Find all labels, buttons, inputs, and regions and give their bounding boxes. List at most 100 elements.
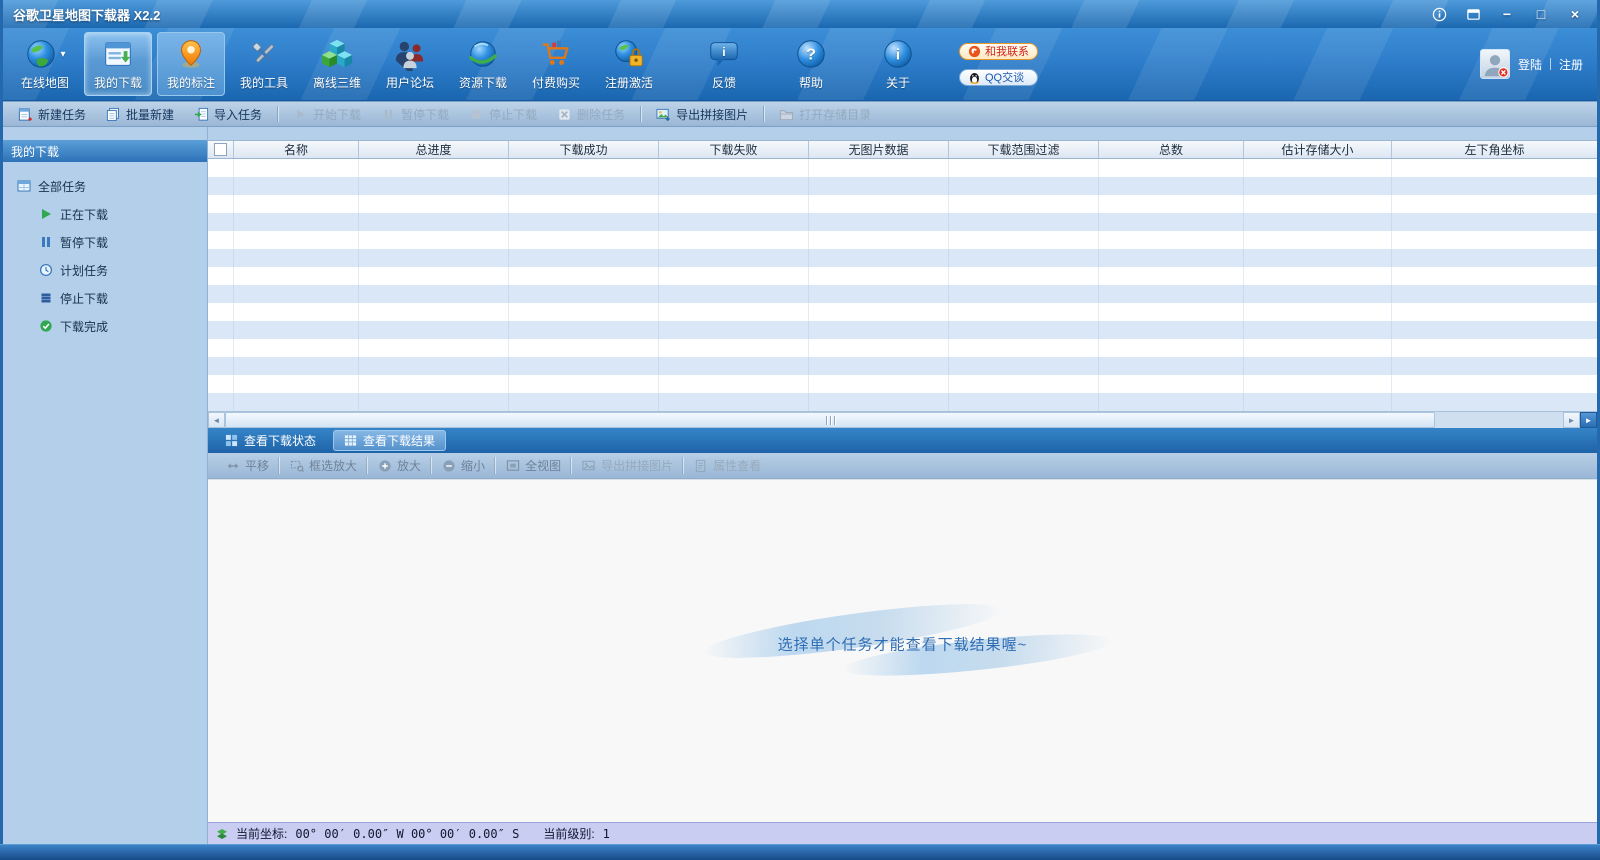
pause-download-icon	[381, 107, 396, 122]
table-row	[208, 267, 1597, 285]
ribbon-button-about[interactable]: i 关于	[864, 32, 932, 96]
select-all-checkbox[interactable]	[214, 143, 227, 156]
feedback-bubble-icon: i	[707, 37, 741, 71]
sidebar-header: 我的下载	[3, 140, 207, 162]
scroll-thumb[interactable]	[225, 412, 1435, 428]
tab-download-status[interactable]: 查看下载状态	[214, 430, 327, 451]
svg-text:i: i	[896, 47, 900, 64]
toolbar-separator	[277, 106, 278, 122]
table-row	[208, 285, 1597, 303]
task-tree: 全部任务 正在下载 暂停下载 计划任务 停止下载	[3, 162, 207, 340]
sidebar-item-scheduled[interactable]: 计划任务	[3, 256, 207, 284]
ribbon-button-help[interactable]: ? 帮助	[777, 32, 845, 96]
task-new-button[interactable]: 新建任务	[9, 103, 95, 125]
header-cell-no-image[interactable]: 无图片数据	[809, 141, 949, 158]
property-view-icon	[694, 459, 708, 473]
zoom-in-button: 放大	[367, 457, 431, 474]
header-cell-total[interactable]: 总数	[1099, 141, 1244, 158]
delete-task-icon	[557, 107, 572, 122]
sidebar-item-all-tasks[interactable]: 全部任务	[3, 172, 207, 200]
task-start-button: 开始下载	[284, 103, 370, 125]
scroll-right-end-button[interactable]: ►	[1580, 412, 1597, 428]
tab-download-result[interactable]: 查看下载结果	[333, 430, 446, 451]
header-cell-coord[interactable]: 左下角坐标	[1392, 141, 1597, 158]
stopped-icon	[39, 291, 53, 305]
sidebar-item-stopped[interactable]: 停止下载	[3, 284, 207, 312]
register-link[interactable]: 注册	[1559, 56, 1583, 73]
ribbon-button-my-tools[interactable]: 我的工具	[230, 32, 298, 96]
header-cell-progress[interactable]: 总进度	[359, 141, 509, 158]
zoom-out-button: 缩小	[431, 457, 495, 474]
ribbon-button-feedback[interactable]: i 反馈	[690, 32, 758, 96]
ribbon-button-resources[interactable]: 资源下载	[449, 32, 517, 96]
content: 我的下载 全部任务 正在下载 暂停下载 计划任务	[3, 127, 1597, 844]
header-cell-success[interactable]: 下载成功	[509, 141, 659, 158]
about-icon: i	[881, 37, 915, 71]
level-label: 当前级别:	[543, 825, 594, 842]
window-frame-bottom	[0, 844, 1600, 860]
task-export-image-button[interactable]: 导出拼接图片	[647, 103, 757, 125]
table-row	[208, 231, 1597, 249]
skin-icon	[1466, 7, 1481, 22]
avatar[interactable]	[1480, 49, 1510, 79]
ribbon-button-offline-3d[interactable]: 离线三维	[303, 32, 371, 96]
window-controls: − □ ×	[1427, 4, 1587, 24]
horizontal-scrollbar: ◄ ► ►	[208, 411, 1597, 428]
status-layers-icon	[216, 828, 228, 840]
all-tasks-icon	[17, 179, 31, 193]
globe-icon	[24, 37, 58, 71]
coord-label: 当前坐标:	[236, 825, 287, 842]
grid-icon	[225, 434, 238, 447]
table-body	[208, 159, 1597, 411]
table-row	[208, 357, 1597, 375]
minimize-button[interactable]: −	[1495, 4, 1519, 24]
export-image-icon	[656, 107, 671, 122]
ribbon-button-my-markers[interactable]: 我的标注	[157, 32, 225, 96]
downloading-icon	[39, 207, 53, 221]
header-cell-range-filter[interactable]: 下载范围过滤	[949, 141, 1099, 158]
avatar-offline-icon	[1481, 50, 1509, 78]
skin-button[interactable]	[1461, 4, 1485, 24]
scroll-left-button[interactable]: ◄	[208, 412, 225, 428]
sidebar: 我的下载 全部任务 正在下载 暂停下载 计划任务	[3, 127, 208, 844]
scroll-track[interactable]	[1435, 412, 1563, 428]
task-open-dir-button: 打开存储目录	[770, 103, 880, 125]
sidebar-item-downloading[interactable]: 正在下载	[3, 200, 207, 228]
pan-icon	[226, 459, 240, 473]
globe-download-icon	[466, 37, 500, 71]
ribbon-button-user-forum[interactable]: 用户论坛	[376, 32, 444, 96]
table-row	[208, 321, 1597, 339]
full-view-button: 全视图	[495, 457, 571, 474]
info-button[interactable]	[1427, 4, 1451, 24]
contact-button[interactable]: 和我联系	[959, 43, 1038, 60]
level-value: 1	[603, 827, 610, 841]
sidebar-item-paused[interactable]: 暂停下载	[3, 228, 207, 256]
ribbon-button-purchase[interactable]: 付费购买	[522, 32, 590, 96]
header-cell-checkbox	[208, 141, 234, 158]
ribbon-button-my-downloads[interactable]: 我的下载	[84, 32, 152, 96]
task-toolbar: 新建任务 批量新建 导入任务 开始下载 暂停下载 停止下载 删除任务	[3, 101, 1597, 127]
stop-download-icon	[469, 107, 484, 122]
divider	[1550, 58, 1551, 70]
cart-icon	[539, 37, 573, 71]
zoom-out-icon	[442, 459, 456, 473]
globe-lock-icon	[612, 37, 646, 71]
maximize-button[interactable]: □	[1529, 4, 1553, 24]
ribbon-button-activate[interactable]: 注册激活	[595, 32, 663, 96]
header-cell-size[interactable]: 估计存储大小	[1244, 141, 1392, 158]
ribbon-button-online-map[interactable]: ▾ 在线地图	[11, 32, 79, 96]
sidebar-item-completed[interactable]: 下载完成	[3, 312, 207, 340]
task-import-button[interactable]: 导入任务	[185, 103, 271, 125]
header-cell-failed[interactable]: 下载失败	[659, 141, 809, 158]
scroll-right-button[interactable]: ►	[1563, 412, 1580, 428]
close-button[interactable]: ×	[1563, 4, 1587, 24]
chevron-down-icon: ▾	[60, 49, 65, 60]
header-cell-name[interactable]: 名称	[234, 141, 359, 158]
contact-pills: 和我联系 QQ交谈	[959, 43, 1038, 86]
table-row	[208, 375, 1597, 393]
table-row	[208, 339, 1597, 357]
task-batch-new-button[interactable]: 批量新建	[97, 103, 183, 125]
box-zoom-button: 框选放大	[279, 457, 367, 474]
login-link[interactable]: 登陆	[1518, 56, 1542, 73]
qq-button[interactable]: QQ交谈	[959, 69, 1038, 86]
